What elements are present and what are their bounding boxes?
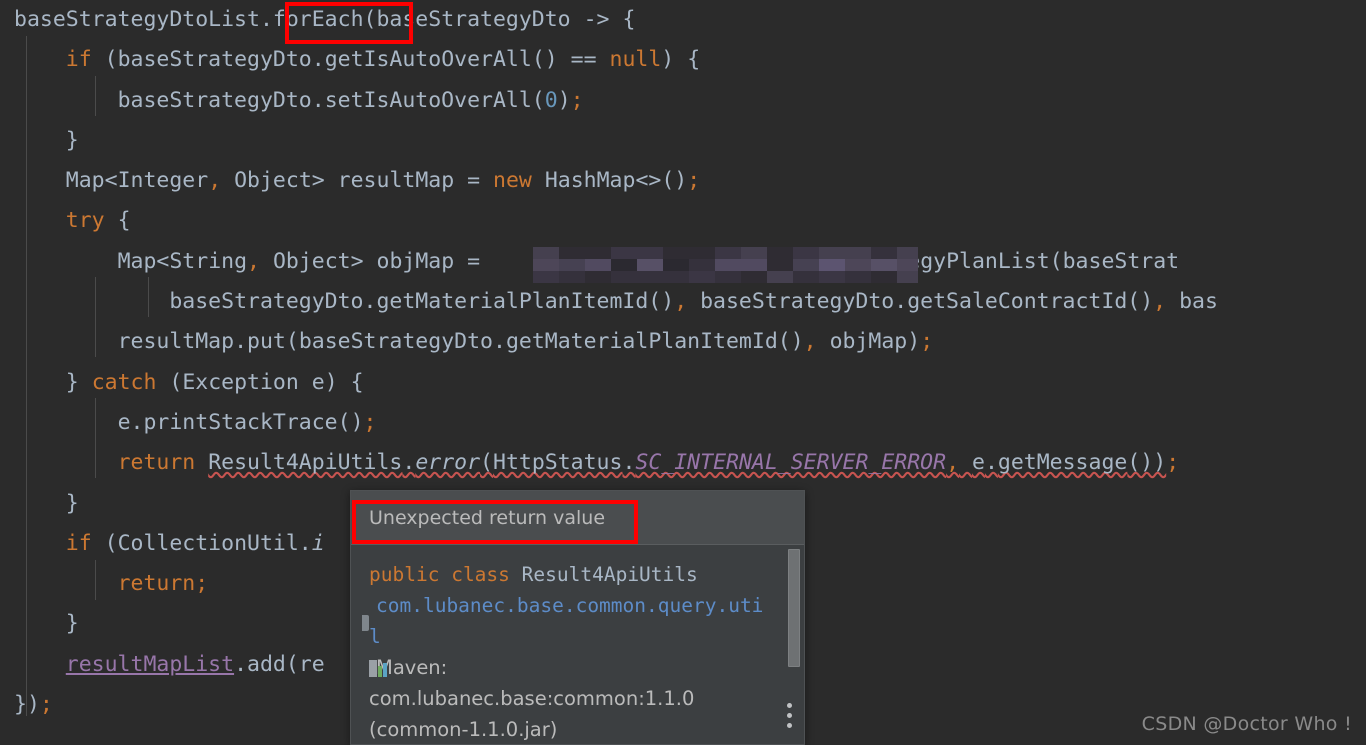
- keyword-class: class: [451, 563, 510, 586]
- watermark: CSDN @Doctor Who !: [1141, 713, 1352, 735]
- redaction-cell: [585, 259, 611, 271]
- redaction-cell: [845, 259, 871, 271]
- redaction-cell: [559, 247, 585, 259]
- code-line[interactable]: baseStrategyDto.setIsAutoOverAll(0);: [0, 81, 1366, 121]
- package-path: com.lubanec.base.common.query.util: [369, 594, 764, 648]
- redaction-cell: [637, 259, 663, 271]
- redaction-cell: [819, 259, 845, 271]
- code-line[interactable]: resultMap.put(baseStrategyDto.getMateria…: [0, 322, 1366, 362]
- tooltip-body[interactable]: public class Result4ApiUtils com.lubanec…: [351, 545, 804, 744]
- redaction-cell: [585, 271, 611, 283]
- code-line[interactable]: baseStrategyDto.getMaterialPlanItemId(),…: [0, 282, 1366, 322]
- redaction-cell: [741, 247, 767, 259]
- code-line[interactable]: if (baseStrategyDto.getIsAutoOverAll() =…: [0, 40, 1366, 80]
- code-line[interactable]: try {: [0, 201, 1366, 241]
- maven-coordinates: com.lubanec.base:common:1.1.0: [369, 687, 695, 710]
- redaction-cell: [897, 271, 918, 283]
- class-name: Result4ApiUtils: [521, 563, 698, 586]
- redaction-cell: [767, 271, 793, 283]
- redaction-cell: [897, 247, 918, 259]
- code-editor[interactable]: baseStrategyDtoList.forEach(baseStrategy…: [0, 0, 1366, 745]
- redaction-cell: [819, 271, 845, 283]
- redaction-cell: [689, 259, 715, 271]
- redaction-cell: [559, 271, 585, 283]
- redaction-cell: [611, 259, 637, 271]
- redacted-code-region: [533, 247, 918, 283]
- redaction-cell: [533, 259, 559, 271]
- maven-row: Maven:: [369, 652, 770, 683]
- redaction-cell: [871, 259, 897, 271]
- redaction-cell: [611, 247, 637, 259]
- redaction-cell: [871, 247, 897, 259]
- redaction-cell: [715, 259, 741, 271]
- redaction-cell: [767, 259, 793, 271]
- code-line[interactable]: baseStrategyDtoList.forEach(baseStrategy…: [0, 0, 1366, 40]
- tooltip-scrollbar-thumb[interactable]: [788, 549, 800, 667]
- code-line[interactable]: } catch (Exception e) {: [0, 363, 1366, 403]
- redaction-cell: [663, 247, 689, 259]
- redaction-cell: [715, 247, 741, 259]
- redaction-cell: [533, 271, 559, 283]
- code-line[interactable]: Map<Integer, Object> resultMap = new Has…: [0, 161, 1366, 201]
- maven-jar: (common-1.1.0.jar): [369, 718, 558, 741]
- redaction-cell: [793, 259, 819, 271]
- code-line[interactable]: }: [0, 121, 1366, 161]
- redaction-cell: [637, 271, 663, 283]
- redaction-cell: [741, 259, 767, 271]
- redaction-cell: [533, 247, 559, 259]
- redaction-cell: [845, 247, 871, 259]
- package-row[interactable]: com.lubanec.base.common.query.util: [369, 590, 770, 652]
- redaction-cell: [663, 259, 689, 271]
- redaction-cell: [611, 271, 637, 283]
- redaction-cell: [793, 271, 819, 283]
- kebab-menu-icon[interactable]: [781, 703, 797, 729]
- redaction-cell: [715, 271, 741, 283]
- redaction-cell: [793, 247, 819, 259]
- keyword-public: public: [369, 563, 440, 586]
- tooltip-title: Unexpected return value: [351, 491, 804, 545]
- code-line[interactable]: e.printStackTrace();: [0, 403, 1366, 443]
- redaction-cell: [741, 271, 767, 283]
- redaction-cell: [767, 247, 793, 259]
- redaction-cell: [845, 271, 871, 283]
- documentation-popup[interactable]: Unexpected return value public class Res…: [350, 490, 805, 745]
- redaction-cell: [689, 247, 715, 259]
- redaction-cell: [897, 259, 918, 271]
- redaction-cell: [871, 271, 897, 283]
- redaction-cell: [637, 247, 663, 259]
- redaction-cell: [663, 271, 689, 283]
- redaction-cell: [689, 271, 715, 283]
- class-signature: public class Result4ApiUtils: [369, 559, 770, 590]
- redaction-cell: [585, 247, 611, 259]
- redaction-cell: [819, 247, 845, 259]
- redaction-cell: [559, 259, 585, 271]
- code-line[interactable]: return Result4ApiUtils.error(HttpStatus.…: [0, 443, 1366, 483]
